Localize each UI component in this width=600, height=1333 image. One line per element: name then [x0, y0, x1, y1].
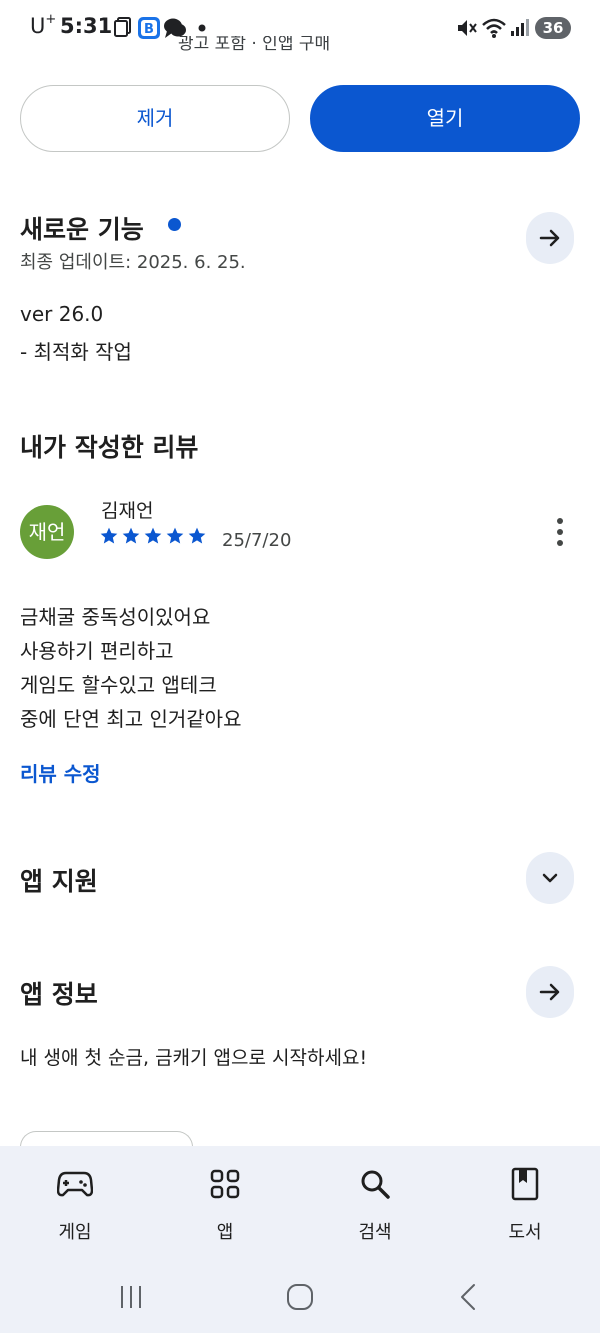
back-icon: [461, 1284, 475, 1310]
signal-icon: [511, 19, 529, 36]
nav-label: 도서: [508, 1222, 542, 1243]
arrow-right-icon: [539, 983, 560, 1001]
app-info-title: 앱 정보: [20, 980, 98, 1009]
b-app-icon: B: [138, 17, 160, 39]
nav-item-books[interactable]: 도서: [450, 1146, 600, 1261]
system-navigation-bar: [0, 1261, 600, 1333]
nav-label: 게임: [58, 1222, 92, 1243]
back-button[interactable]: [448, 1279, 488, 1315]
app-support-expand-button[interactable]: [526, 852, 574, 904]
star-icon: [166, 527, 184, 544]
battery-indicator: 36: [535, 17, 571, 39]
new-indicator-dot: [168, 218, 181, 231]
star-icon: [188, 527, 206, 544]
nav-label: 검색: [358, 1222, 392, 1243]
nav-label: 앱: [216, 1222, 234, 1243]
release-note-text: - 최적화 작업: [20, 340, 132, 364]
search-icon: [361, 1170, 390, 1199]
review-date: 25/7/20: [222, 530, 292, 551]
apps-grid-icon: [210, 1169, 240, 1199]
version-text: ver 26.0: [20, 302, 104, 326]
gamepad-icon: [57, 1171, 93, 1197]
star-icon: [122, 527, 140, 544]
more-options-button[interactable]: [545, 515, 575, 549]
screenshot-icon: [114, 17, 131, 37]
edit-review-link[interactable]: 리뷰 수정: [20, 758, 101, 787]
nav-item-games[interactable]: 게임: [0, 1146, 150, 1261]
star-rating: [99, 526, 207, 546]
bottom-navigation: 게임 앱 검색 도서: [0, 1146, 600, 1261]
review-text-line: 금채굴 중독성이있어요: [20, 605, 211, 629]
open-button[interactable]: 열기: [310, 85, 580, 152]
last-updated-text: 최종 업데이트: 2025. 6. 25.: [20, 252, 246, 273]
star-icon: [100, 527, 118, 544]
whats-new-title: 새로운 기능: [20, 215, 144, 244]
reviewer-name: 김재언: [101, 500, 154, 522]
app-description: 내 생애 첫 순금, 금캐기 앱으로 시작하세요!: [20, 1047, 368, 1069]
recent-apps-icon: [121, 1286, 141, 1308]
review-text-line: 중에 단연 최고 인거같아요: [20, 707, 242, 731]
status-time: 5:31: [60, 14, 113, 38]
star-icon: [144, 527, 162, 544]
svg-text:B: B: [144, 22, 154, 37]
wifi-icon: [482, 18, 506, 38]
more-vert-icon: [557, 518, 563, 524]
arrow-right-icon: [539, 229, 560, 247]
book-icon: [511, 1167, 539, 1201]
mute-icon: [458, 20, 477, 36]
chevron-down-icon: [542, 873, 558, 883]
nav-item-apps[interactable]: 앱: [150, 1146, 300, 1261]
recent-apps-button[interactable]: [111, 1279, 151, 1315]
review-text-line: 사용하기 편리하고: [20, 639, 174, 663]
avatar: 재언: [20, 505, 74, 559]
app-tags-text: 광고 포함 · 인앱 구매: [178, 36, 331, 52]
notification-dot-icon: [198, 24, 206, 32]
my-review-title: 내가 작성한 리뷰: [20, 433, 199, 462]
whats-new-arrow-button[interactable]: [526, 212, 574, 264]
remove-button[interactable]: 제거: [20, 85, 290, 152]
app-info-arrow-button[interactable]: [526, 966, 574, 1018]
home-button[interactable]: [280, 1279, 320, 1315]
carrier-label: U+: [30, 12, 57, 38]
app-support-title: 앱 지원: [20, 867, 98, 896]
review-text-line: 게임도 할수있고 앱테크: [20, 673, 217, 697]
nav-item-search[interactable]: 검색: [300, 1146, 450, 1261]
home-icon: [287, 1284, 313, 1310]
